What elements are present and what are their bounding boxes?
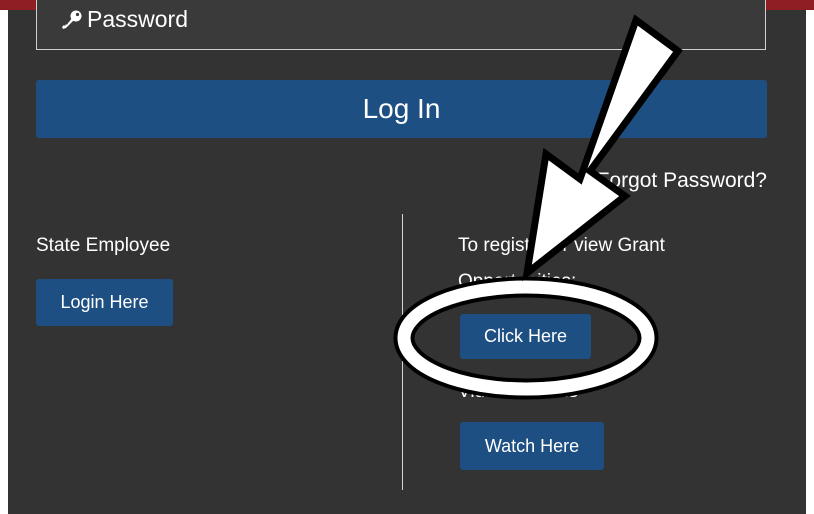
column-divider	[402, 214, 403, 490]
key-icon	[62, 10, 82, 29]
forgot-password-link[interactable]: Forgot Password?	[597, 169, 767, 193]
password-placeholder: Password	[87, 6, 188, 32]
password-field[interactable]: Password	[36, 0, 766, 50]
register-click-here-button[interactable]: Click Here	[460, 314, 591, 359]
login-button[interactable]: Log In	[36, 80, 767, 138]
watch-here-button[interactable]: Watch Here	[460, 422, 604, 470]
register-text-line1: To register or view Grant	[458, 235, 665, 256]
state-employee-login-button[interactable]: Login Here	[36, 279, 173, 326]
state-employee-label: State Employee	[36, 235, 171, 256]
video-tutorials-text: Video tutorials	[458, 381, 579, 402]
register-text-line2: Opportunities:	[458, 271, 577, 292]
